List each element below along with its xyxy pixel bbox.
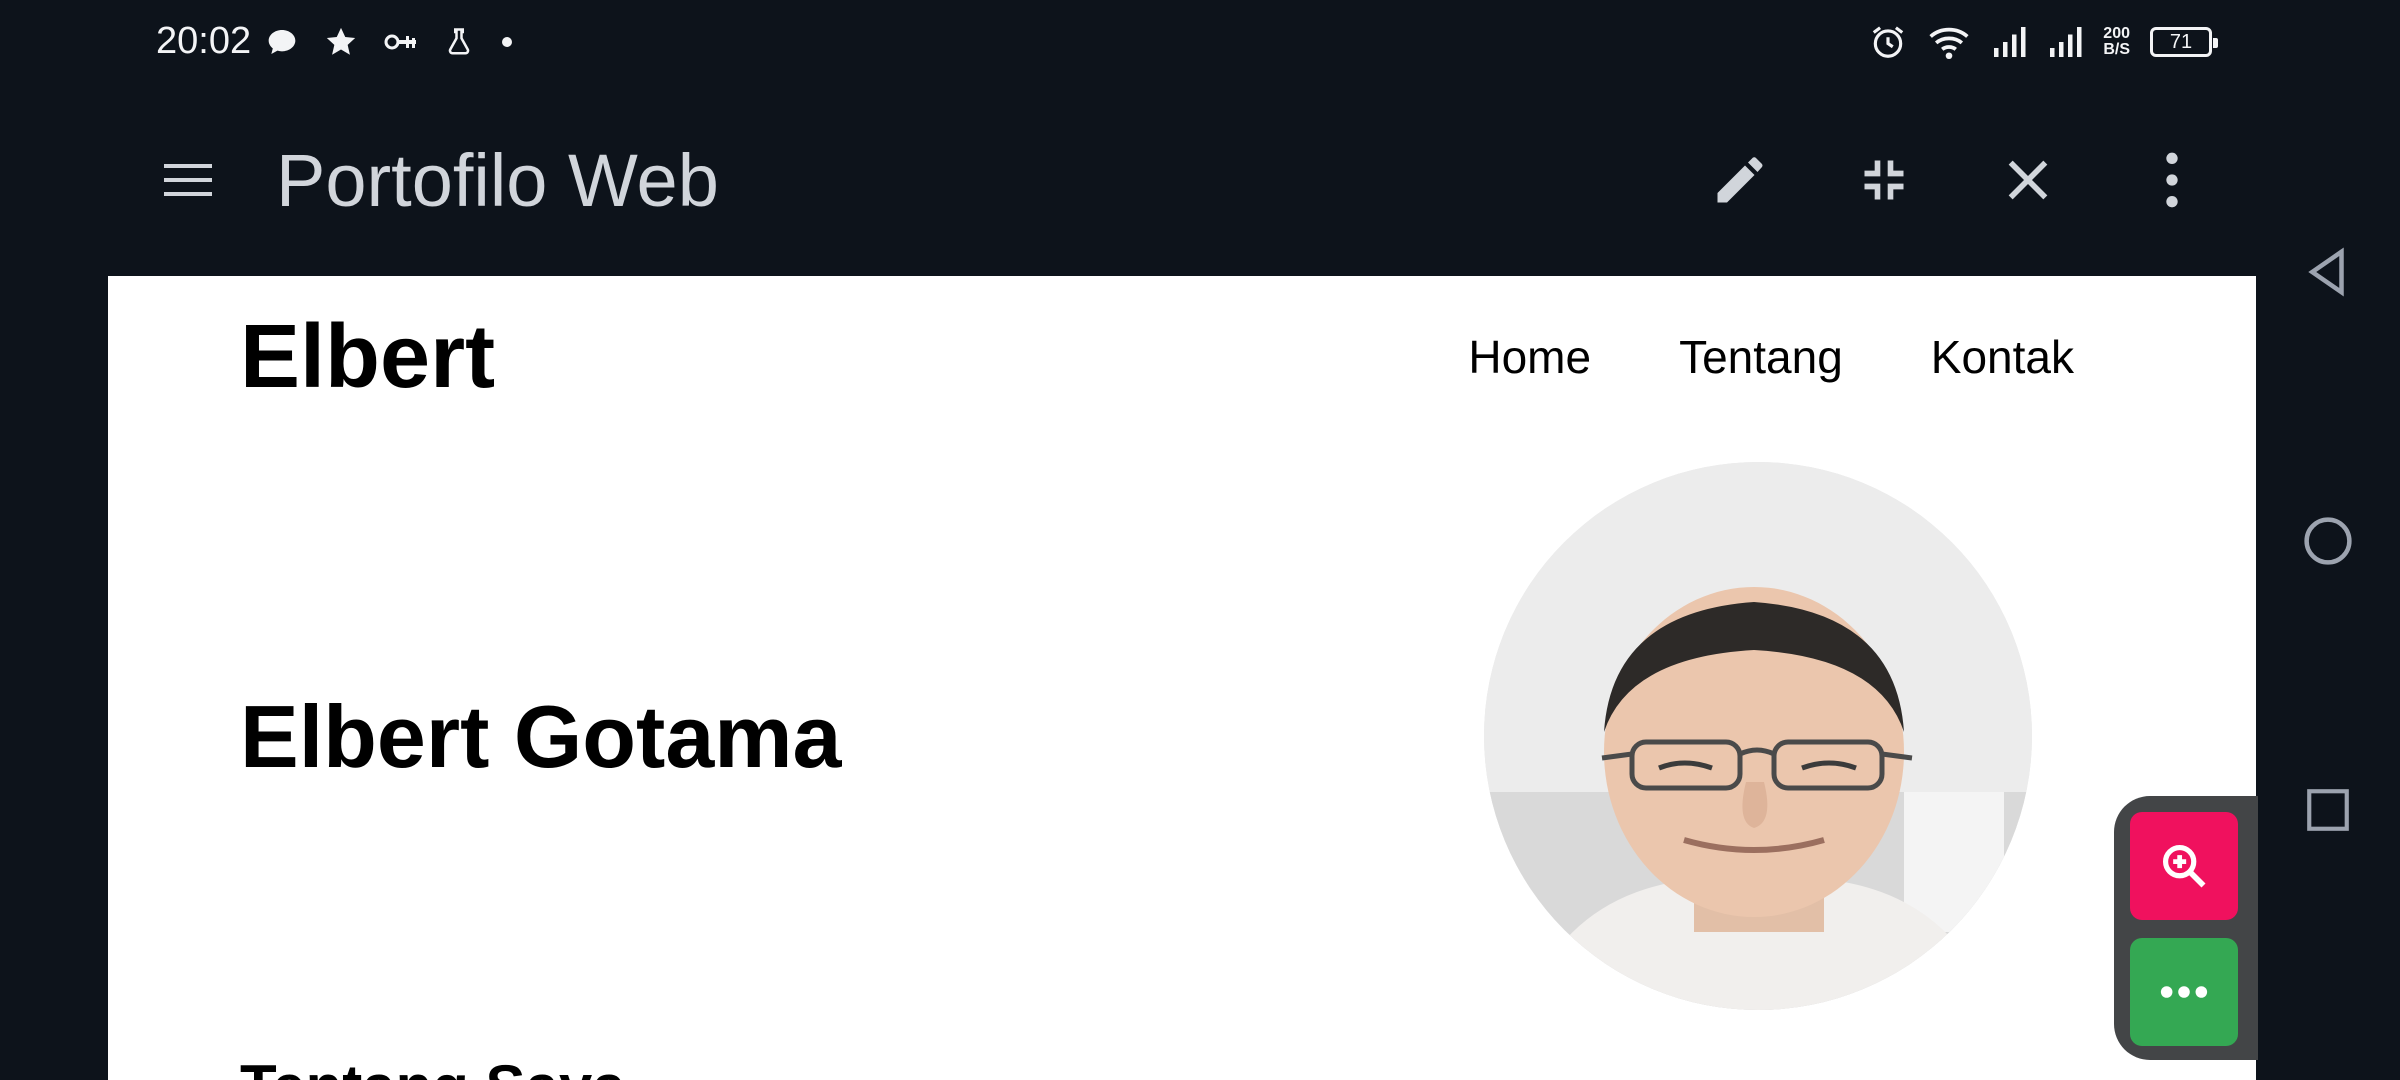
page-title: Portofilo Web [276,139,719,222]
battery-level: 71 [2169,30,2193,53]
status-bar: 20:02 200 B/S 71 [0,0,2256,84]
menu-icon[interactable] [158,150,218,210]
net-speed-unit: B/S [2103,41,2130,58]
nav-link-kontak[interactable]: Kontak [1931,330,2074,384]
zoom-button[interactable] [2130,812,2238,920]
more-vert-icon[interactable] [2134,142,2210,218]
profile-photo [1484,462,2032,1010]
signal-icon [1994,27,2026,57]
net-speed-value: 200 [2103,25,2130,42]
close-icon[interactable] [1990,142,2066,218]
more-horiz-icon [2160,986,2208,998]
vpn-key-icon [384,34,416,50]
nav-link-home[interactable]: Home [1468,330,1591,384]
zoom-in-icon [2162,844,2206,888]
hero-name: Elbert Gotama [240,687,842,786]
dot-icon [502,37,512,47]
recents-button[interactable] [2292,774,2364,846]
back-icon [2308,247,2344,297]
site-brand[interactable]: Elbert [240,306,495,409]
home-circle-icon [2304,517,2352,565]
collapse-icon[interactable] [1846,142,1922,218]
battery-indicator: 71 [2150,27,2218,57]
status-time: 20:02 [156,20,252,62]
edit-icon[interactable] [1702,142,1778,218]
more-options-button[interactable] [2130,938,2238,1046]
net-speed: 200 B/S [2103,26,2130,58]
star-icon [326,27,356,55]
signal-icon [2050,27,2082,57]
status-right-icons: 200 B/S 71 [1869,18,2218,66]
recents-square-icon [2307,789,2349,831]
floating-tools-panel [2114,796,2258,1060]
nav-link-tentang[interactable]: Tentang [1679,330,1843,384]
home-button[interactable] [2292,505,2364,577]
app-bar: Portofilo Web [0,84,2256,276]
status-left-icons [266,20,514,64]
wifi-icon [1929,27,1969,60]
alarm-icon [1873,26,1904,58]
back-button[interactable] [2292,236,2364,308]
site-nav: Home Tentang Kontak [1468,330,2074,384]
section-title: Tentang Saya [240,1052,626,1080]
system-nav-bar [2256,0,2400,1080]
web-content: Elbert Home Tentang Kontak Elbert Gotama [108,276,2256,1080]
chat-bubble-icon [268,30,296,54]
flask-icon [448,28,470,55]
